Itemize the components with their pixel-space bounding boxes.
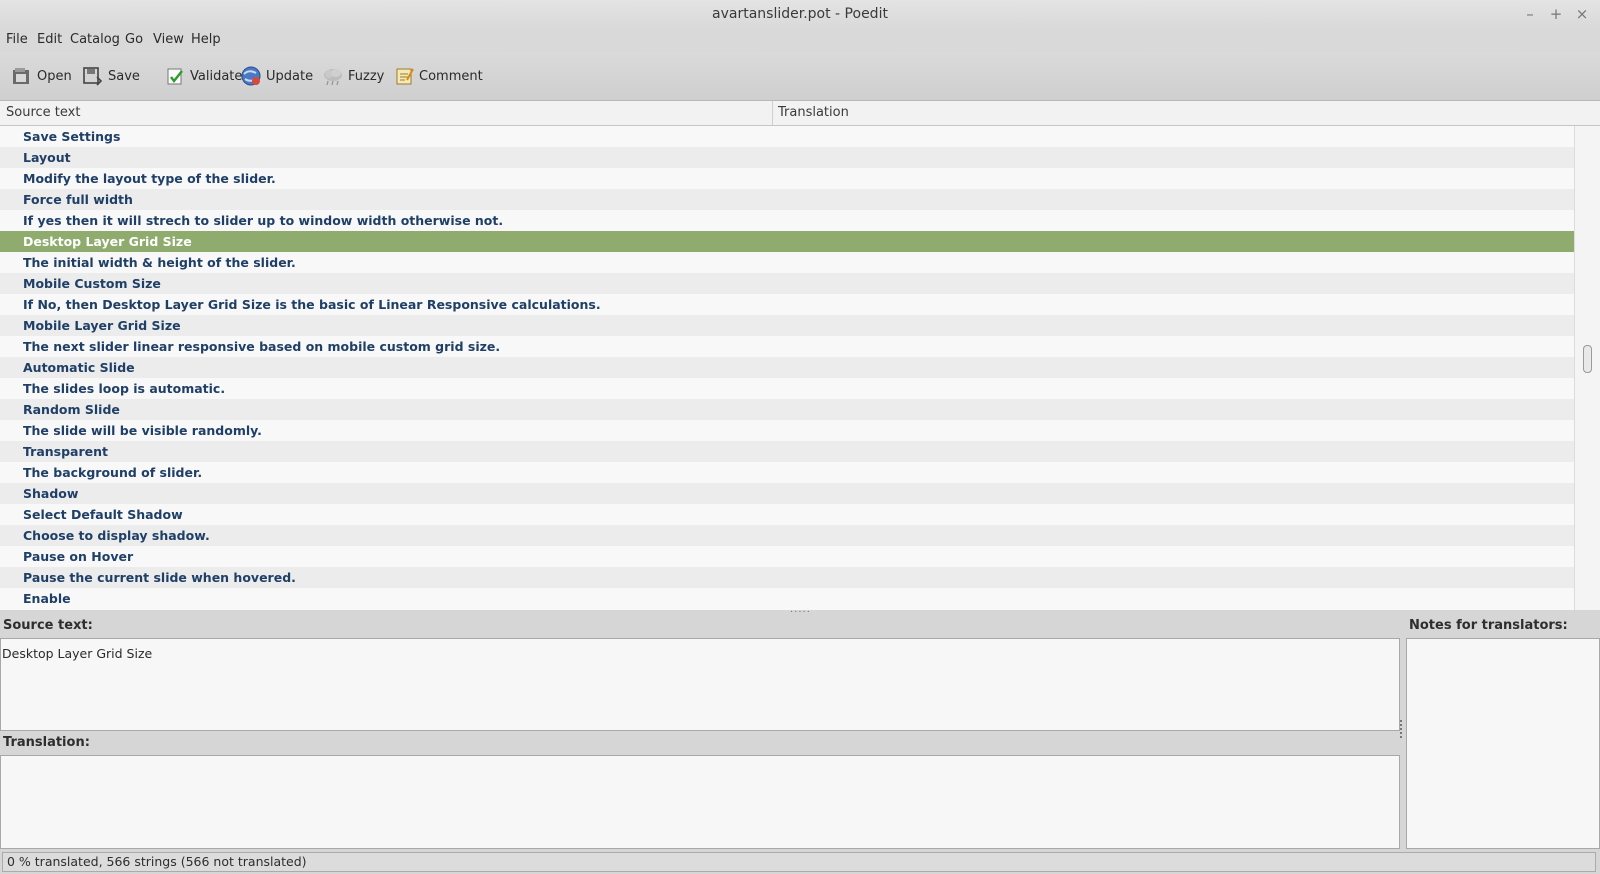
menu-go[interactable]: Go (125, 28, 143, 52)
row-source-text: Transparent (23, 444, 108, 459)
close-icon[interactable]: × (1572, 4, 1592, 24)
table-row[interactable]: Automatic Slide (0, 357, 1574, 378)
table-row[interactable]: Force full width (0, 189, 1574, 210)
table-row[interactable]: Transparent (0, 441, 1574, 462)
translation-label: Translation: (3, 735, 90, 750)
table-row[interactable]: Select Default Shadow (0, 504, 1574, 525)
open-button[interactable]: Open (11, 62, 72, 90)
table-row[interactable]: Save Settings (0, 126, 1574, 147)
maximize-icon[interactable]: + (1546, 4, 1566, 24)
save-icon (82, 66, 104, 86)
list-scrollbar[interactable] (1574, 126, 1600, 610)
status-text: 0 % translated, 566 strings (566 not tra… (7, 854, 307, 869)
table-row[interactable]: The slides loop is automatic. (0, 378, 1574, 399)
row-source-text: Modify the layout type of the slider. (23, 171, 276, 186)
row-source-text: Choose to display shadow. (23, 528, 210, 543)
row-source-text: The background of slider. (23, 465, 203, 480)
save-label: Save (108, 68, 140, 84)
row-source-text: Pause on Hover (23, 549, 134, 564)
row-source-text: Force full width (23, 192, 133, 207)
comment-button[interactable]: Comment (395, 62, 483, 90)
table-row[interactable]: Pause the current slide when hovered. (0, 567, 1574, 588)
menu-help[interactable]: Help (191, 28, 221, 52)
row-source-text: Mobile Custom Size (23, 276, 161, 291)
row-source-text: The next slider linear responsive based … (23, 339, 501, 354)
table-row[interactable]: The slide will be visible randomly. (0, 420, 1574, 441)
table-row[interactable]: Choose to display shadow. (0, 525, 1574, 546)
status-bar: 0 % translated, 566 strings (566 not tra… (0, 850, 1600, 874)
row-source-text: Automatic Slide (23, 360, 135, 375)
validate-icon (166, 66, 186, 86)
row-source-text: Mobile Layer Grid Size (23, 318, 181, 333)
splitter-grip-icon: ····· (790, 607, 811, 618)
column-translation[interactable]: Translation (778, 101, 849, 125)
table-row[interactable]: Random Slide (0, 399, 1574, 420)
table-row[interactable]: Modify the layout type of the slider. (0, 168, 1574, 189)
column-separator[interactable] (772, 101, 773, 125)
menu-edit[interactable]: Edit (37, 28, 62, 52)
minimize-icon[interactable]: – (1520, 4, 1540, 24)
source-text-field[interactable]: Desktop Layer Grid Size (0, 638, 1400, 731)
update-icon (240, 65, 262, 87)
fuzzy-label: Fuzzy (348, 68, 385, 84)
notes-label: Notes for translators: (1409, 618, 1568, 633)
translation-field[interactable] (0, 755, 1400, 849)
update-label: Update (266, 68, 314, 84)
toolbar: Open Save Validate Update Fuzzy Comment (0, 52, 1600, 101)
table-row-selected[interactable]: Desktop Layer Grid Size (0, 231, 1574, 252)
table-row[interactable]: The next slider linear responsive based … (0, 336, 1574, 357)
row-source-text: Enable (23, 591, 71, 606)
open-icon (11, 66, 33, 86)
update-button[interactable]: Update (240, 62, 313, 90)
menu-view[interactable]: View (153, 28, 184, 52)
string-list[interactable]: Save Settings Layout Modify the layout typ… (0, 126, 1574, 610)
validate-label: Validate (190, 68, 243, 84)
row-source-text: Layout (23, 150, 71, 165)
title-bar: avartanslider.pot - Poedit – + × (0, 0, 1600, 28)
menu-file[interactable]: File (6, 28, 28, 52)
scrollbar-thumb[interactable] (1583, 345, 1592, 373)
menu-catalog[interactable]: Catalog (70, 28, 120, 52)
save-button[interactable]: Save (82, 62, 140, 90)
notes-field[interactable] (1406, 638, 1600, 849)
window-title: avartanslider.pot - Poedit (712, 6, 888, 22)
validate-button[interactable]: Validate (166, 62, 242, 90)
row-source-text: Random Slide (23, 402, 120, 417)
row-source-text: The slides loop is automatic. (23, 381, 226, 396)
open-label: Open (37, 68, 72, 84)
pane-splitter[interactable]: ····· (0, 607, 1600, 618)
row-source-text: Shadow (23, 486, 79, 501)
table-row[interactable]: Layout (0, 147, 1574, 168)
row-source-text: Desktop Layer Grid Size (23, 234, 192, 249)
table-row[interactable]: If yes then it will strech to slider up … (0, 210, 1574, 231)
table-row[interactable]: The background of slider. (0, 462, 1574, 483)
fuzzy-cloud-icon (322, 66, 344, 86)
source-text-value: Desktop Layer Grid Size (2, 646, 153, 661)
table-row[interactable]: If No, then Desktop Layer Grid Size is t… (0, 294, 1574, 315)
row-source-text: If yes then it will strech to slider up … (23, 213, 504, 228)
row-source-text: Save Settings (23, 129, 121, 144)
table-row[interactable]: Mobile Custom Size (0, 273, 1574, 294)
row-source-text: The initial width & height of the slider… (23, 255, 296, 270)
table-row[interactable]: Enable (0, 588, 1574, 609)
table-row[interactable]: Pause on Hover (0, 546, 1574, 567)
table-row[interactable]: Mobile Layer Grid Size (0, 315, 1574, 336)
row-source-text: If No, then Desktop Layer Grid Size is t… (23, 297, 601, 312)
comment-icon (395, 66, 415, 86)
source-text-label: Source text: (3, 618, 93, 633)
list-header: Source text Translation (0, 101, 1600, 126)
comment-label: Comment (419, 68, 483, 84)
row-source-text: Select Default Shadow (23, 507, 183, 522)
table-row[interactable]: The initial width & height of the slider… (0, 252, 1574, 273)
menu-bar: File Edit Catalog Go View Help (0, 28, 1600, 52)
row-source-text: Pause the current slide when hovered. (23, 570, 296, 585)
column-source-text[interactable]: Source text (6, 101, 80, 125)
fuzzy-button[interactable]: Fuzzy (322, 62, 384, 90)
table-row[interactable]: Shadow (0, 483, 1574, 504)
vertical-grip[interactable] (1399, 720, 1403, 744)
row-source-text: The slide will be visible randomly. (23, 423, 262, 438)
